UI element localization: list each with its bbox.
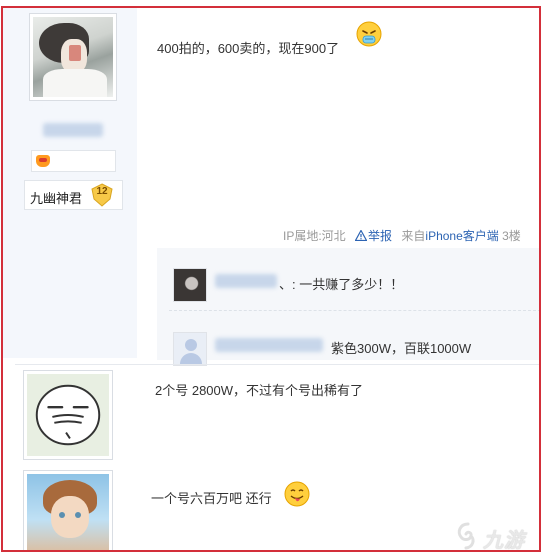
reply-avatar-default[interactable] [173, 332, 207, 366]
author-avatar[interactable] [23, 370, 113, 460]
reply-username-blurred[interactable] [215, 338, 323, 352]
author-badge[interactable] [31, 150, 116, 172]
watermark: 九游 [455, 520, 539, 552]
warning-icon[interactable] [355, 230, 368, 241]
reply-item: 、: 一共赚了多少！！ [173, 264, 533, 304]
reply-divider [169, 310, 539, 311]
floor-number: 3楼 [502, 229, 521, 243]
level-number: 12 [96, 186, 108, 197]
reply-text: 、: 一共赚了多少！！ [279, 277, 404, 292]
device-link[interactable]: iPhone客户端 [425, 229, 498, 243]
post-separator [15, 364, 539, 365]
post-meta: IP属地:河北 举报 来自iPhone客户端 3楼 [283, 227, 521, 244]
level-name: 九幽神君 [30, 191, 83, 206]
author-avatar[interactable] [23, 470, 113, 550]
gift-icon [36, 155, 50, 167]
reply-item: 紫色300W，百联1000W [173, 328, 533, 368]
meme-face-icon [35, 384, 101, 446]
report-link[interactable]: 举报 [368, 229, 392, 243]
post-content: 2个号 2800W，不过有个号出稀有了 [155, 383, 364, 398]
ip-location: IP属地:河北 [283, 229, 346, 243]
sick-face-emoji-icon [356, 21, 382, 47]
post-content: 400拍的，600卖的，现在900了 [157, 41, 340, 56]
watermark-text: 九游 [483, 530, 525, 552]
reply-text: 紫色300W，百联1000W [331, 341, 472, 356]
reply-panel: 、: 一共赚了多少！！ 紫色300W，百联1000W [157, 248, 539, 366]
author-name-blurred[interactable] [43, 123, 103, 137]
author-avatar[interactable] [29, 13, 117, 101]
reply-avatar[interactable] [173, 268, 207, 302]
post-thread-frame: 九幽神君 12 400拍的，600卖的，现在900了 IP属地:河北 举报 来自… [1, 6, 541, 552]
reply-username-blurred[interactable] [215, 274, 277, 288]
author-level-badge[interactable]: 九幽神君 12 [24, 180, 123, 210]
author-sidebar: 九幽神君 12 [3, 8, 137, 358]
tongue-out-emoji-icon [284, 481, 310, 507]
post-content: 一个号六百万吧 还行 [151, 491, 272, 506]
device-prefix: 来自 [401, 229, 426, 243]
jiuyou-logo-icon [457, 522, 475, 550]
